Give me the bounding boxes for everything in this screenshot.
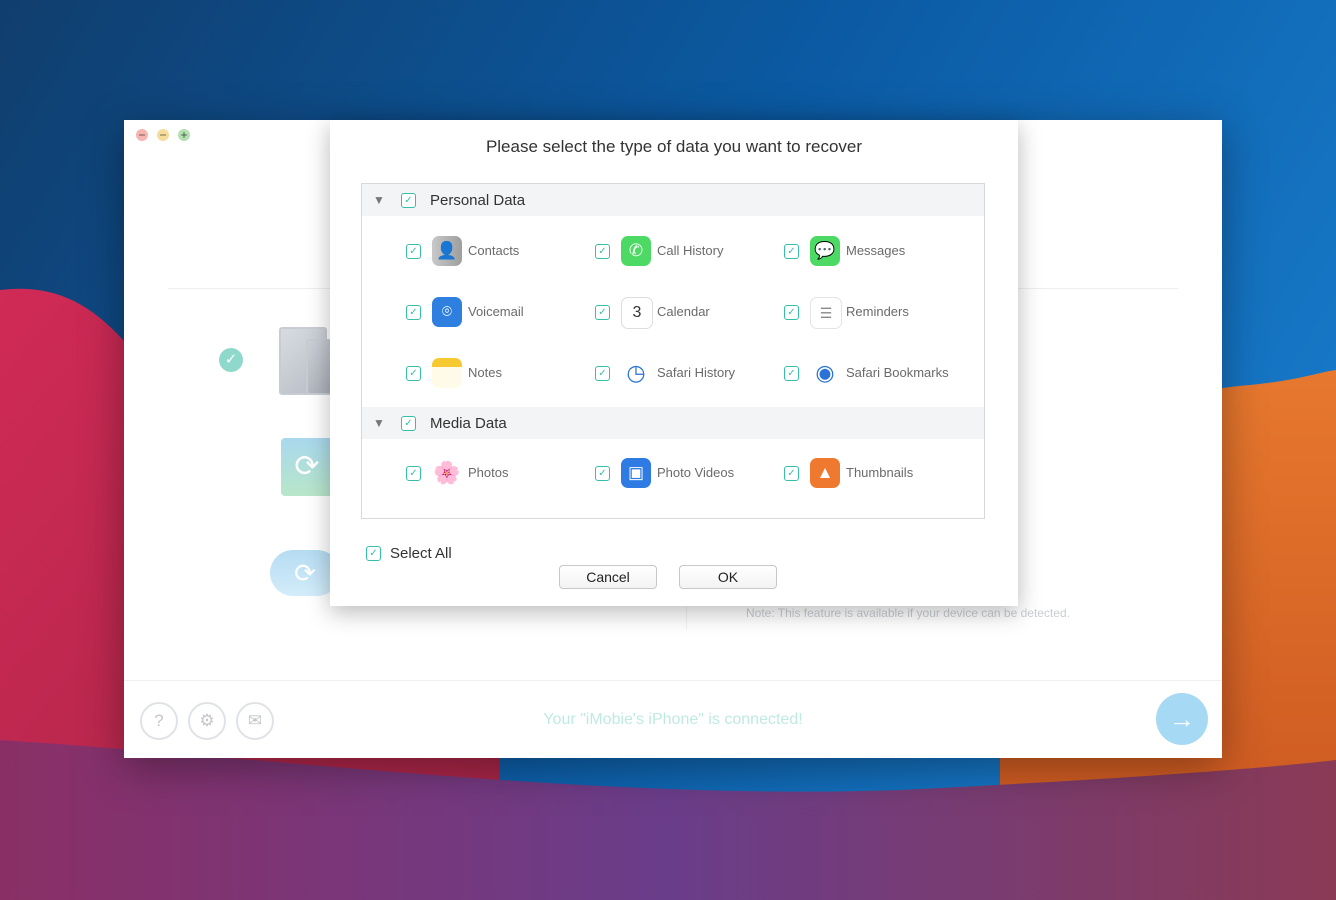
item-contacts[interactable]: ✓ 👤 Contacts [406, 236, 586, 268]
calendar-icon: 3 [621, 297, 653, 329]
messages-icon: 💬 [810, 236, 840, 266]
item-checkbox[interactable]: ✓ [595, 244, 610, 259]
item-label: Photo Videos [657, 465, 735, 480]
item-messages[interactable]: ✓ 💬 Messages [784, 236, 964, 268]
item-photo-videos[interactable]: ✓ ▣ Photo Videos [595, 458, 775, 490]
contacts-icon: 👤 [432, 236, 462, 266]
cancel-button[interactable]: Cancel [559, 565, 657, 589]
item-checkbox[interactable]: ✓ [784, 244, 799, 259]
voicemail-icon: ⌾ [432, 297, 462, 327]
section-media-data[interactable]: ▼ ✓ Media Data [362, 407, 984, 439]
device-note: Note: This feature is available if your … [746, 606, 1070, 620]
item-checkbox[interactable]: ✓ [595, 466, 610, 481]
notes-icon [432, 358, 462, 388]
item-checkbox[interactable]: ✓ [406, 305, 421, 320]
item-label: Reminders [846, 304, 909, 319]
item-label: Notes [468, 365, 502, 380]
item-checkbox[interactable]: ✓ [406, 466, 421, 481]
check-circle-icon: ✓ [219, 348, 243, 372]
data-type-list: ▼ ✓ Personal Data ✓ 👤 Contacts ✓ ✆ Call … [361, 183, 985, 519]
item-label: Voicemail [468, 304, 524, 319]
item-checkbox[interactable]: ✓ [784, 305, 799, 320]
arrow-right-icon[interactable]: → [1156, 693, 1208, 745]
backup-folder-icon: ⟳ [281, 438, 333, 496]
item-label: Thumbnails [846, 465, 914, 480]
item-label: Calendar [657, 304, 710, 319]
minimize-window-button[interactable] [157, 129, 169, 141]
item-photos[interactable]: ✓ 🌸 Photos [406, 458, 586, 490]
thumbnails-icon: ▲ [810, 458, 840, 488]
close-window-button[interactable] [136, 129, 148, 141]
item-checkbox[interactable]: ✓ [595, 305, 610, 320]
safari-bookmarks-icon: ◉ [810, 358, 840, 388]
item-checkbox[interactable]: ✓ [406, 244, 421, 259]
item-checkbox[interactable]: ✓ [784, 466, 799, 481]
item-checkbox[interactable]: ✓ [595, 366, 610, 381]
disclosure-triangle-icon[interactable]: ▼ [373, 193, 385, 207]
select-all-label: Select All [390, 545, 452, 562]
maximize-window-button[interactable] [178, 129, 190, 141]
dialog-title: Please select the type of data you want … [485, 137, 863, 156]
select-all-checkbox[interactable]: ✓ [366, 546, 381, 561]
section-label: Media Data [430, 415, 507, 432]
item-label: Photos [468, 465, 509, 480]
personal-data-checkbox[interactable]: ✓ [401, 193, 416, 208]
item-label: Messages [846, 243, 906, 258]
section-personal-data[interactable]: ▼ ✓ Personal Data [362, 184, 984, 216]
item-label: Call History [657, 243, 724, 258]
phone-icon: ✆ [621, 236, 651, 266]
item-checkbox[interactable]: ✓ [784, 366, 799, 381]
item-notes[interactable]: ✓ Notes [406, 358, 586, 390]
item-reminders[interactable]: ✓ ☰ Reminders [784, 297, 964, 329]
photos-icon: 🌸 [432, 458, 462, 488]
window-controls [136, 129, 190, 141]
section-label: Personal Data [430, 192, 526, 209]
data-type-dialog: Please select the type of data you want … [330, 120, 1018, 606]
item-call-history[interactable]: ✓ ✆ Call History [595, 236, 775, 268]
media-data-checkbox[interactable]: ✓ [401, 416, 416, 431]
item-label: Safari History [657, 365, 736, 380]
connection-status: Your "iMobie's iPhone" is connected! [543, 711, 803, 728]
item-thumbnails[interactable]: ✓ ▲ Thumbnails [784, 458, 964, 490]
safari-history-icon: ◷ [621, 358, 651, 388]
item-checkbox[interactable]: ✓ [406, 366, 421, 381]
item-safari-bookmarks[interactable]: ✓ ◉ Safari Bookmarks [784, 358, 964, 390]
item-label: Safari Bookmarks [846, 365, 949, 380]
footer-divider [124, 680, 1222, 681]
item-safari-history[interactable]: ✓ ◷ Safari History [595, 358, 775, 390]
item-voicemail[interactable]: ✓ ⌾ Voicemail [406, 297, 586, 329]
photo-videos-icon: ▣ [621, 458, 651, 488]
item-calendar[interactable]: ✓ 3 Calendar [595, 297, 775, 329]
ok-button[interactable]: OK [679, 565, 777, 589]
disclosure-triangle-icon[interactable]: ▼ [373, 416, 385, 430]
reminders-icon: ☰ [810, 297, 842, 329]
item-label: Contacts [468, 243, 520, 258]
